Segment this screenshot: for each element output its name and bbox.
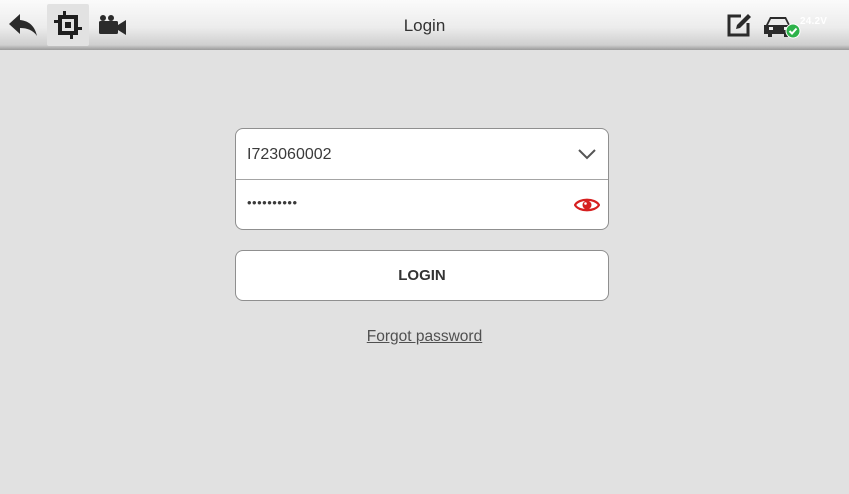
login-form: I723060002 •••••••••• bbox=[235, 128, 609, 230]
edit-note-icon bbox=[727, 14, 751, 37]
forgot-password-row: Forgot password bbox=[0, 328, 849, 346]
username-value: I723060002 bbox=[247, 146, 332, 163]
password-field[interactable]: •••••••••• bbox=[236, 180, 608, 230]
eye-icon bbox=[574, 198, 600, 212]
show-password-button[interactable] bbox=[574, 193, 600, 217]
screenshot-crop-icon bbox=[54, 11, 82, 39]
forgot-password-link[interactable]: Forgot password bbox=[367, 328, 482, 345]
vehicle-status[interactable] bbox=[762, 11, 802, 39]
username-field[interactable]: I723060002 bbox=[236, 129, 608, 179]
chevron-down-icon bbox=[578, 149, 596, 160]
password-value: •••••••••• bbox=[247, 195, 298, 210]
top-toolbar: Login 24.2V bbox=[0, 0, 849, 50]
video-camera-icon bbox=[99, 15, 126, 35]
battery-voltage: 24.2V bbox=[800, 16, 828, 27]
record-video-button[interactable] bbox=[92, 7, 134, 43]
vehicle-connected-icon bbox=[764, 17, 801, 39]
username-dropdown-button[interactable] bbox=[574, 142, 600, 166]
back-button[interactable] bbox=[4, 7, 42, 43]
edit-button[interactable] bbox=[724, 7, 754, 43]
login-button[interactable]: LOGIN bbox=[235, 250, 609, 301]
screenshot-button[interactable] bbox=[47, 4, 89, 46]
back-arrow-icon bbox=[9, 14, 37, 36]
